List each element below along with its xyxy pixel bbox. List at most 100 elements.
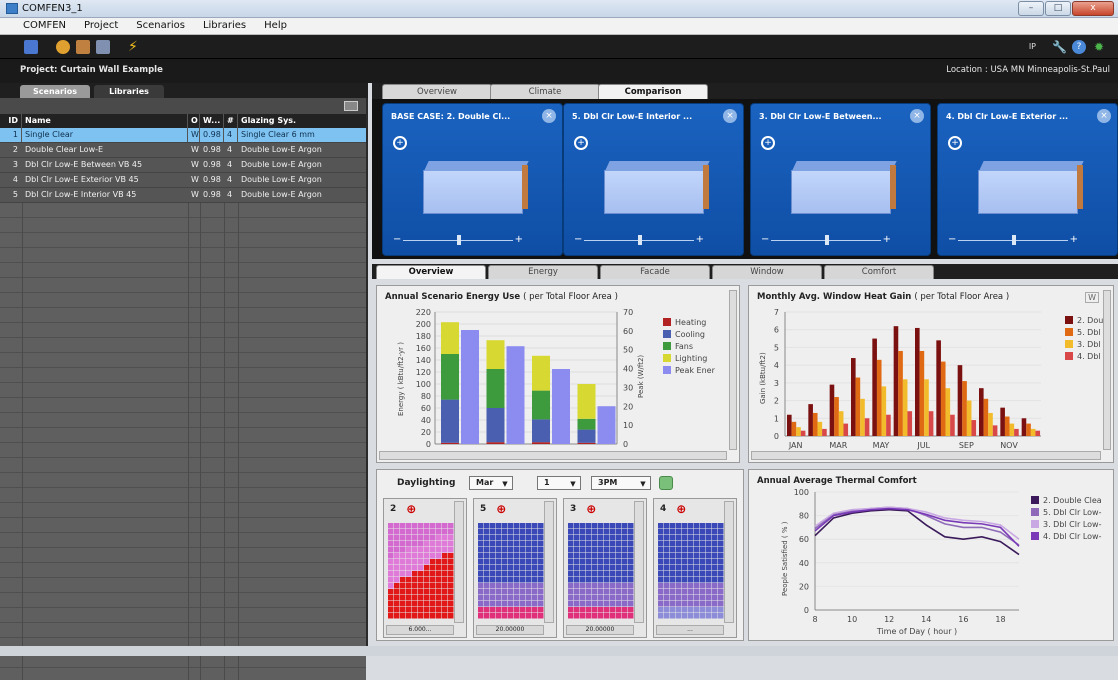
vertical-scrollbar[interactable]: [454, 501, 464, 623]
vertical-scrollbar[interactable]: [634, 501, 644, 623]
daylighting-label: Daylighting: [397, 478, 456, 488]
col-id[interactable]: ID: [0, 114, 22, 128]
x-tick-label: 18: [995, 615, 1005, 624]
grid-cell: [592, 547, 598, 553]
x-tick-label: 14: [921, 615, 931, 624]
zoom-slider[interactable]: − +: [948, 235, 1078, 245]
horizontal-scrollbar[interactable]: [751, 451, 1101, 460]
menu-libraries[interactable]: Libraries: [194, 18, 255, 34]
illuminance-grid: [478, 523, 544, 619]
compass-icon[interactable]: ⊕: [586, 502, 596, 516]
maximize-button[interactable]: □: [1045, 1, 1071, 16]
grid-cell: [688, 541, 694, 547]
zoom-slider[interactable]: − +: [393, 235, 523, 245]
vertical-scrollbar[interactable]: [1103, 290, 1111, 450]
col-orientation[interactable]: O: [188, 114, 200, 128]
bar: [1004, 416, 1010, 436]
grid-cell: [484, 601, 490, 607]
tab-libraries[interactable]: Libraries: [94, 85, 164, 98]
zoom-slider[interactable]: − +: [574, 235, 704, 245]
grid-cell: [496, 589, 502, 595]
day-select[interactable]: 1 ▼: [537, 476, 581, 490]
menu-scenarios[interactable]: Scenarios: [127, 18, 194, 34]
table-row[interactable]: 3 Dbl Clr Low-E Between VB 45 W 0.98 4 D…: [0, 158, 366, 173]
compass-icon[interactable]: ⊕: [406, 502, 416, 516]
tab-energy[interactable]: Energy: [488, 265, 598, 279]
minimize-button[interactable]: –: [1018, 1, 1044, 16]
vertical-scrollbar[interactable]: [544, 501, 554, 623]
month-select[interactable]: Mar ▼: [469, 476, 513, 490]
library-icon[interactable]: [96, 40, 110, 54]
tab-climate[interactable]: Climate: [490, 84, 600, 99]
tab-window[interactable]: Window: [712, 265, 822, 279]
horizontal-scrollbar[interactable]: [379, 451, 727, 460]
open-project-icon[interactable]: [56, 40, 70, 54]
horizontal-scrollbar[interactable]: ...: [656, 625, 724, 635]
compass-icon[interactable]: +: [948, 136, 962, 150]
table-row[interactable]: 5 Dbl Clr Low-E Interior VB 45 W 0.98 4 …: [0, 188, 366, 203]
table-row[interactable]: 4 Dbl Clr Low-E Exterior VB 45 W 0.98 4 …: [0, 173, 366, 188]
tab-comfort[interactable]: Comfort: [824, 265, 934, 279]
compass-icon[interactable]: +: [574, 136, 588, 150]
close-icon[interactable]: ×: [542, 109, 556, 123]
compass-icon[interactable]: +: [761, 136, 775, 150]
tab-overview[interactable]: Overview: [382, 84, 492, 99]
grid-cell: [442, 607, 448, 613]
grid-cell: [610, 559, 616, 565]
close-icon[interactable]: ×: [1097, 109, 1111, 123]
scenario-card[interactable]: BASE CASE: 2. Double Cl... × + − +: [382, 103, 563, 256]
grid-cell: [718, 541, 724, 547]
cell-count: 4: [224, 173, 238, 187]
ip-units-toggle[interactable]: IP: [1029, 42, 1036, 51]
grid-cell: [628, 541, 634, 547]
col-count[interactable]: #: [224, 114, 238, 128]
menu-project[interactable]: Project: [75, 18, 127, 34]
compass-icon[interactable]: +: [393, 136, 407, 150]
grid-cell: [694, 529, 700, 535]
tab-overview-results[interactable]: Overview: [376, 265, 486, 279]
wrench-icon[interactable]: 🔧: [1052, 40, 1067, 54]
grid-cell: [718, 577, 724, 583]
new-scenario-icon[interactable]: [76, 40, 90, 54]
menu-help[interactable]: Help: [255, 18, 296, 34]
run-simulation-icon[interactable]: ⚡: [128, 40, 142, 54]
col-glazing[interactable]: Glazing Sys.: [238, 114, 362, 128]
scenario-card[interactable]: 3. Dbl Clr Low-E Between... × + − +: [750, 103, 931, 256]
time-select[interactable]: 3PM ▼: [591, 476, 651, 490]
close-icon[interactable]: ×: [910, 109, 924, 123]
table-row[interactable]: 2 Double Clear Low-E W 0.98 4 Double Low…: [0, 143, 366, 158]
refresh-icon[interactable]: [659, 476, 673, 490]
horizontal-scrollbar[interactable]: 20.00000: [476, 625, 544, 635]
horizontal-scrollbar[interactable]: 20.00000: [566, 625, 634, 635]
help-icon[interactable]: ?: [1072, 40, 1086, 54]
compass-icon[interactable]: ⊕: [496, 502, 506, 516]
scenario-card[interactable]: 4. Dbl Clr Low-E Exterior ... × + − +: [937, 103, 1118, 256]
save-icon[interactable]: [24, 40, 38, 54]
tab-comparison[interactable]: Comparison: [598, 84, 708, 99]
settings-gear-icon[interactable]: ✹: [1094, 40, 1108, 54]
grid-cell: [400, 595, 406, 601]
grid-cell: [430, 595, 436, 601]
menu-comfen[interactable]: COMFEN: [14, 18, 75, 34]
scenario-card[interactable]: 5. Dbl Clr Low-E Interior ... × + − +: [563, 103, 744, 256]
grid-cell: [538, 595, 544, 601]
col-name[interactable]: Name: [22, 114, 188, 128]
tab-facade[interactable]: Facade: [600, 265, 710, 279]
compass-icon[interactable]: ⊕: [676, 502, 686, 516]
grid-cell: [442, 559, 448, 565]
vertical-scrollbar[interactable]: [724, 501, 734, 623]
col-wwr[interactable]: W...: [200, 114, 224, 128]
close-button[interactable]: x: [1072, 1, 1114, 16]
horizontal-scrollbar[interactable]: 6.000...: [386, 625, 454, 635]
project-location: Location : USA MN Minneapolis-St.Paul: [946, 65, 1110, 75]
column-chooser-icon[interactable]: [344, 101, 358, 111]
table-row[interactable]: 1 Single Clear W 0.98 4 Single Clear 6 m…: [0, 128, 366, 143]
close-icon[interactable]: ×: [723, 109, 737, 123]
vertical-scrollbar[interactable]: [729, 290, 737, 450]
grid-cell: [568, 571, 574, 577]
toolbar: ⚡ IP 🔧 ? ✹: [0, 35, 1118, 59]
tab-scenarios[interactable]: Scenarios: [20, 85, 90, 98]
grid-cell: [514, 589, 520, 595]
grid-cell: [610, 553, 616, 559]
zoom-slider[interactable]: − +: [761, 235, 891, 245]
